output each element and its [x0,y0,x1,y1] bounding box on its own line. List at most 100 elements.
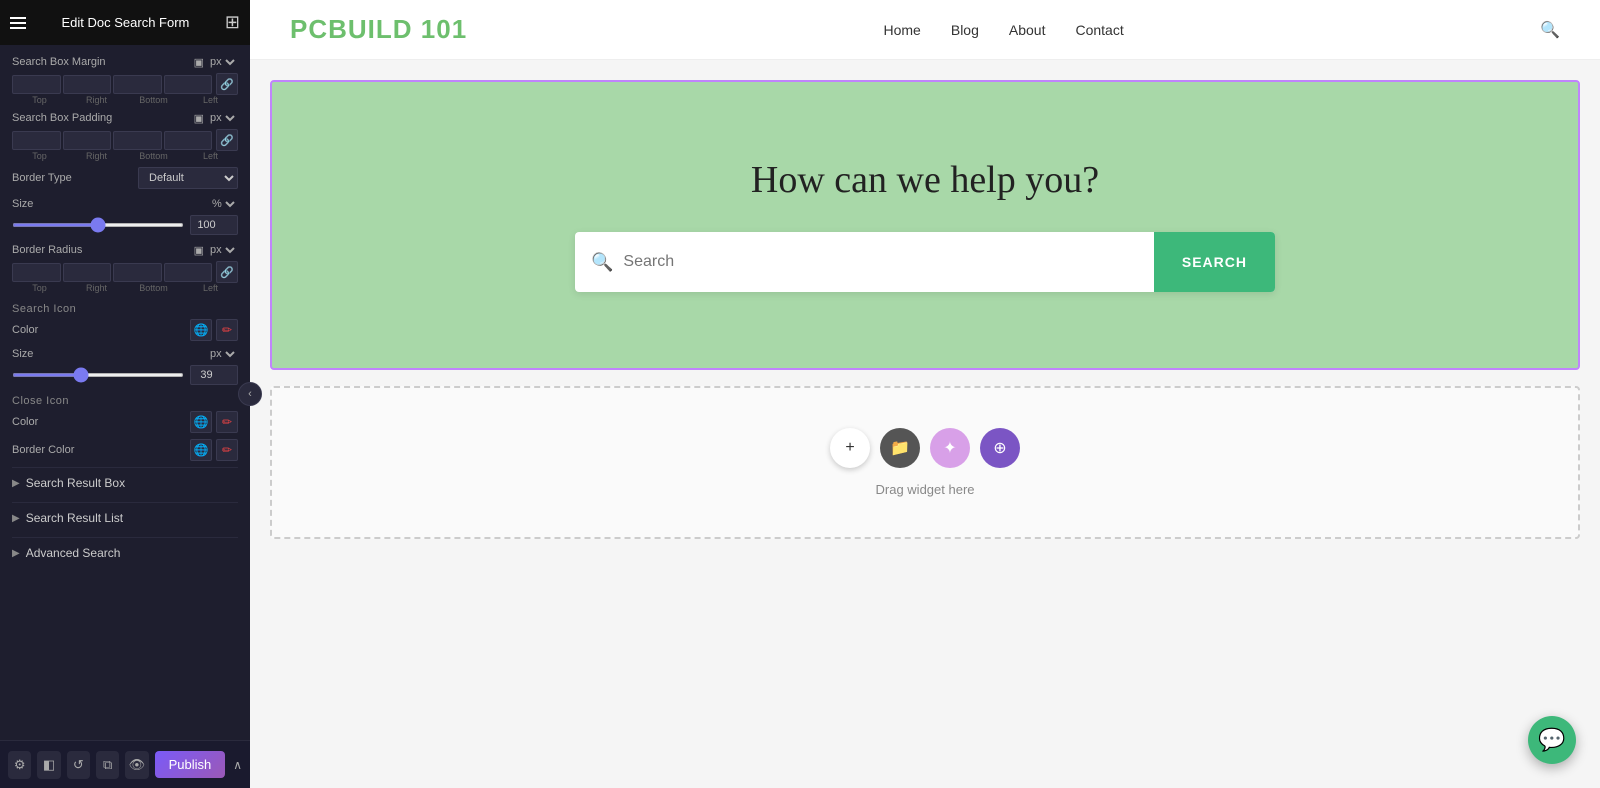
site-logo: PCBUILD 101 [290,14,467,45]
hero-heading: How can we help you? [751,158,1099,202]
nav-home[interactable]: Home [884,22,921,38]
nav-blog[interactable]: Blog [951,22,979,38]
chat-bubble[interactable]: 💬 [1528,716,1576,764]
nav-about[interactable]: About [1009,22,1046,38]
folder-widget-button[interactable]: 📁 [880,428,920,468]
padding-unit-icon: ▣ [194,112,204,125]
padding-right[interactable] [63,131,112,150]
add-widget-button[interactable]: + [830,428,870,468]
border-radius-unit-select[interactable]: px [206,243,238,257]
close-icon-section-label: Close Icon [12,395,238,407]
close-icon-color-pencil[interactable]: ✏ [216,411,238,433]
size-header: Size % [12,197,238,211]
close-icon-border-color-label: Border Color [12,444,74,456]
search-icon-color-controls: 🌐 ✏ [190,319,238,341]
nav-contact[interactable]: Contact [1075,22,1123,38]
size-label: Size [12,198,33,210]
size-unit[interactable]: % [208,197,238,211]
size-slider-wrapper [12,215,238,235]
padding-top[interactable] [12,131,61,150]
search-input-icon: 🔍 [591,252,613,273]
padding-inputs-wrapper: 🔗 [12,129,238,151]
padding-bottom[interactable] [113,131,162,150]
border-radius-label: Border Radius [12,244,82,256]
border-type-row: Border Type Default [12,167,238,189]
border-radius-left[interactable] [164,263,213,282]
margin-inputs-wrapper: 🔗 [12,73,238,95]
search-icon-size-unit-select[interactable]: px [206,347,238,361]
site-nav: PCBUILD 101 Home Blog About Contact 🔍 [250,0,1600,60]
search-button[interactable]: SEARCH [1154,232,1275,292]
search-icon-size-input[interactable] [190,365,238,385]
border-radius-link-icon[interactable]: 🔗 [216,261,238,283]
size-unit-select[interactable]: % [208,197,238,211]
history-icon[interactable]: ↺ [67,751,90,779]
margin-right[interactable] [63,75,112,94]
border-radius-unit[interactable]: ▣ px [194,243,238,257]
preview-icon[interactable]: 👁 [125,751,148,779]
settings-icon[interactable]: ⚙ [8,751,31,779]
border-radius-row: Border Radius ▣ px [12,243,238,257]
padding-inputs [12,131,212,150]
search-result-list-label: Search Result List [26,511,123,525]
search-input[interactable] [623,253,1137,271]
padding-link-icon[interactable]: 🔗 [216,129,238,151]
search-result-box-label: Search Result Box [26,476,125,490]
border-radius-right[interactable] [63,263,112,282]
close-icon-border-color-row: Border Color 🌐 ✏ [12,439,238,461]
close-icon-border-pencil[interactable]: ✏ [216,439,238,461]
margin-bottom[interactable] [113,75,162,94]
nav-search-icon[interactable]: 🔍 [1540,20,1560,40]
search-icon-color-globe[interactable]: 🌐 [190,319,212,341]
advanced-search-section[interactable]: ▶ Advanced Search [12,537,238,568]
size-row: Size % [12,197,238,235]
hamburger-menu[interactable] [10,17,26,29]
border-radius-inputs-wrapper: 🔗 [12,261,238,283]
search-box-margin-row: Search Box Margin ▣ px [12,55,238,69]
layers-icon[interactable]: ◧ [37,751,60,779]
border-radius-bottom[interactable] [113,263,162,282]
padding-unit[interactable]: ▣ px [194,111,238,125]
search-icon-size-unit[interactable]: px [206,347,238,361]
padding-left[interactable] [164,131,213,150]
template-widget-button[interactable]: ✦ [930,428,970,468]
margin-unit-icon: ▣ [194,56,204,69]
expand-icon[interactable]: ∧ [233,758,242,772]
border-type-select[interactable]: Default [138,167,238,189]
margin-unit-select[interactable]: px [206,55,238,69]
search-icon-size-row: Size px [12,347,238,385]
panel-header: Edit Doc Search Form ⊞ [0,0,250,45]
close-icon-color-row: Color 🌐 ✏ [12,411,238,433]
search-icon-color-pencil[interactable]: ✏ [216,319,238,341]
panel-footer: ⚙ ◧ ↺ ⧉ 👁 Publish ∧ [0,740,250,788]
margin-unit[interactable]: ▣ px [194,55,238,69]
margin-left[interactable] [164,75,213,94]
close-icon-color-globe[interactable]: 🌐 [190,411,212,433]
margin-labels: Top Right Bottom Left [12,95,238,105]
border-radius-top[interactable] [12,263,61,282]
main-area: PCBUILD 101 Home Blog About Contact 🔍 Ho… [250,0,1600,788]
search-box-padding-row: Search Box Padding ▣ px [12,111,238,125]
collapse-button[interactable]: ‹ [238,382,262,406]
drop-zone: + 📁 ✦ ⊕ Drag widget here [270,386,1580,539]
search-icon-size-slider[interactable] [12,373,184,377]
search-box-margin-label: Search Box Margin [12,56,106,68]
margin-top[interactable] [12,75,61,94]
padding-labels: Top Right Bottom Left [12,151,238,161]
margin-inputs [12,75,212,94]
search-icon-color-label: Color [12,324,38,336]
search-icon-size-slider-wrapper [12,365,238,385]
size-slider[interactable] [12,223,184,227]
hero-section: How can we help you? 🔍 SEARCH [270,80,1580,370]
nav-links: Home Blog About Contact [884,22,1124,38]
padding-unit-select[interactable]: px [206,111,238,125]
margin-link-icon[interactable]: 🔗 [216,73,238,95]
size-input[interactable] [190,215,238,235]
responsive-icon[interactable]: ⧉ [96,751,119,779]
search-result-box-section[interactable]: ▶ Search Result Box [12,467,238,498]
close-icon-border-globe[interactable]: 🌐 [190,439,212,461]
publish-button[interactable]: Publish [155,751,226,778]
grid-icon[interactable]: ⊞ [225,12,240,33]
element-widget-button[interactable]: ⊕ [980,428,1020,468]
search-result-list-section[interactable]: ▶ Search Result List [12,502,238,533]
